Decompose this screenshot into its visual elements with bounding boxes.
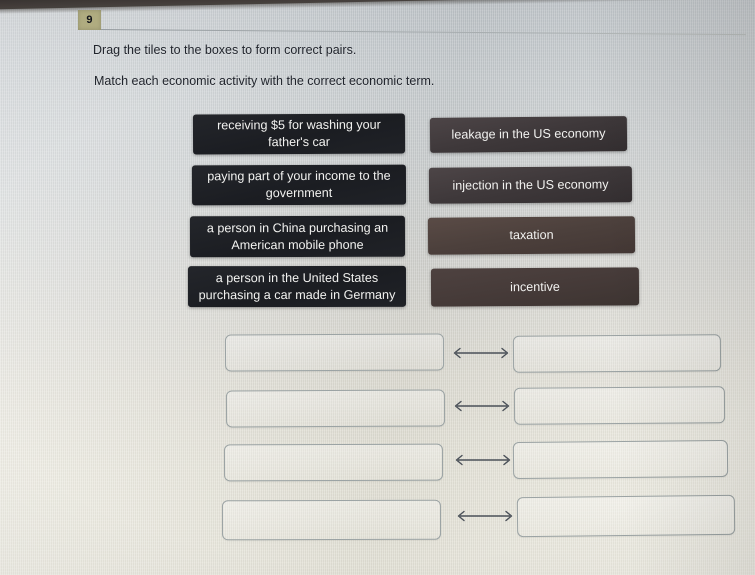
drop-zone-left-2[interactable]	[225, 389, 446, 428]
instruction-primary: Drag the tiles to the boxes to form corr…	[93, 43, 357, 57]
drop-zone-left-1[interactable]	[224, 333, 445, 372]
tile-activity-4[interactable]: a person in the United States purchasing…	[187, 265, 407, 308]
drop-zone-right-3[interactable]	[512, 439, 729, 480]
tile-activity-1[interactable]: receiving $5 for washing your father's c…	[192, 113, 406, 155]
drop-zone-left-3[interactable]	[223, 443, 444, 482]
drop-zone-left-4[interactable]	[221, 499, 442, 541]
tile-activity-2[interactable]: paying part of your income to the govern…	[191, 164, 407, 206]
tile-term-2[interactable]: injection in the US economy	[428, 166, 633, 204]
drop-zone-right-1[interactable]	[512, 334, 722, 373]
tile-activity-3[interactable]: a person in China purchasing an American…	[189, 215, 406, 258]
instruction-secondary: Match each economic activity with the co…	[94, 74, 435, 88]
drop-zone-right-4[interactable]	[516, 494, 736, 538]
exercise-screen: 9 Drag the tiles to the boxes to form co…	[0, 0, 755, 575]
question-number-badge: 9	[78, 10, 101, 30]
tile-term-1[interactable]: leakage in the US economy	[429, 116, 628, 153]
tile-term-3[interactable]: taxation	[427, 216, 636, 255]
drop-zone-right-2[interactable]	[513, 386, 726, 425]
tile-term-4[interactable]: incentive	[430, 267, 640, 307]
